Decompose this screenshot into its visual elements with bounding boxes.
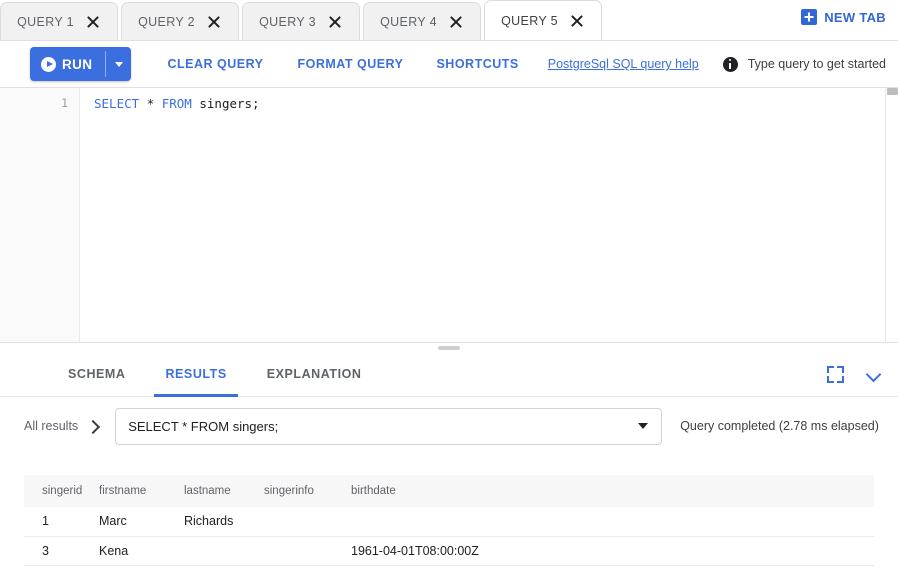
sql-keyword-select: SELECT [94, 96, 139, 111]
editor-line-gutter: 1 [0, 88, 80, 342]
results-table-head: singerid firstname lastname singerinfo b… [24, 475, 874, 507]
tab-results[interactable]: RESULTS [145, 352, 246, 397]
query-tab-3[interactable]: QUERY 3 [242, 2, 360, 40]
cell-firstname: Kena [99, 536, 184, 565]
sql-text-star: * [139, 96, 162, 111]
splitter-handle[interactable] [438, 346, 460, 350]
close-icon[interactable] [86, 14, 101, 29]
fullscreen-icon[interactable] [827, 366, 844, 383]
query-select-dropdown[interactable]: SELECT * FROM singers; [115, 408, 662, 445]
chevron-right-icon [87, 419, 101, 433]
results-panel: SCHEMA RESULTS EXPLANATION All results S… [0, 352, 898, 566]
results-table: singerid firstname lastname singerinfo b… [24, 475, 874, 566]
run-button-label: RUN [62, 57, 92, 72]
close-icon[interactable] [449, 14, 464, 29]
toolbar-status-text: Type query to get started [748, 57, 886, 71]
editor-right-divider [885, 88, 886, 342]
cell-singerid: 1 [24, 507, 99, 536]
run-button[interactable]: RUN [30, 47, 105, 81]
chevron-down-icon[interactable] [866, 366, 882, 382]
query-tab-label: QUERY 1 [17, 15, 74, 29]
code-line-1: SELECT * FROM singers; [94, 94, 898, 113]
table-header-row: singerid firstname lastname singerinfo b… [24, 475, 874, 507]
cell-birthdate: 1961-04-01T08:00:00Z [351, 536, 874, 565]
query-tab-5[interactable]: QUERY 5 [484, 0, 602, 40]
column-header-firstname[interactable]: firstname [99, 475, 184, 507]
query-tab-1[interactable]: QUERY 1 [0, 2, 118, 40]
results-tab-bar: SCHEMA RESULTS EXPLANATION [0, 352, 898, 397]
breadcrumb-all-results[interactable]: All results [24, 419, 78, 433]
column-header-birthdate[interactable]: birthdate [351, 475, 874, 507]
column-header-lastname[interactable]: lastname [184, 475, 264, 507]
sql-editor[interactable]: 1 SELECT * FROM singers; [0, 88, 898, 342]
plus-icon [801, 9, 817, 25]
sql-query-workspace: QUERY 1 QUERY 2 QUERY 3 QUERY 4 QUERY 5 … [0, 0, 898, 579]
close-icon[interactable] [570, 13, 585, 28]
column-header-singerid[interactable]: singerid [24, 475, 99, 507]
format-query-button[interactable]: FORMAT QUERY [297, 57, 403, 71]
tab-explanation[interactable]: EXPLANATION [247, 352, 382, 397]
query-tab-label: QUERY 4 [380, 15, 437, 29]
run-button-group[interactable]: RUN [30, 47, 131, 81]
query-select-value: SELECT * FROM singers; [128, 419, 278, 434]
results-table-wrapper: singerid firstname lastname singerinfo b… [0, 475, 898, 566]
clear-query-button[interactable]: CLEAR QUERY [167, 57, 263, 71]
shortcuts-button[interactable]: SHORTCUTS [436, 57, 518, 71]
query-status-text: Query completed (2.78 ms elapsed) [680, 419, 879, 433]
results-panel-controls [827, 366, 882, 383]
dropdown-arrow-icon [638, 423, 648, 429]
table-row: 3 Kena 1961-04-01T08:00:00Z [24, 536, 874, 565]
cell-lastname [184, 536, 264, 565]
tab-schema[interactable]: SCHEMA [48, 352, 145, 397]
toolbar-status: Type query to get started [723, 57, 886, 72]
query-toolbar: RUN CLEAR QUERY FORMAT QUERY SHORTCUTS P… [0, 41, 898, 88]
query-tab-label: QUERY 2 [138, 15, 195, 29]
editor-code-area[interactable]: SELECT * FROM singers; [80, 88, 898, 342]
cell-firstname: Marc [99, 507, 184, 536]
info-icon [723, 57, 738, 72]
line-number: 1 [0, 94, 68, 113]
new-tab-label: NEW TAB [824, 10, 886, 25]
close-icon[interactable] [328, 14, 343, 29]
sql-query-help-link[interactable]: PostgreSql SQL query help [548, 57, 699, 71]
new-tab-button[interactable]: NEW TAB [801, 9, 886, 25]
sql-table-name: singers; [192, 96, 260, 111]
play-circle-icon [41, 57, 56, 72]
results-table-body: 1 Marc Richards 3 Kena 1961-04-01T08:00:… [24, 507, 874, 565]
query-tab-bar: QUERY 1 QUERY 2 QUERY 3 QUERY 4 QUERY 5 … [0, 0, 898, 41]
cell-lastname: Richards [184, 507, 264, 536]
sql-keyword-from: FROM [162, 96, 192, 111]
cell-singerid: 3 [24, 536, 99, 565]
query-tab-4[interactable]: QUERY 4 [363, 2, 481, 40]
query-tab-label: QUERY 3 [259, 15, 316, 29]
editor-scrollbar-thumb[interactable] [887, 88, 898, 95]
query-tab-2[interactable]: QUERY 2 [121, 2, 239, 40]
query-tab-label: QUERY 5 [501, 14, 558, 28]
column-header-singerinfo[interactable]: singerinfo [264, 475, 351, 507]
table-row: 1 Marc Richards [24, 507, 874, 536]
run-options-dropdown-icon[interactable] [106, 47, 131, 81]
cell-singerinfo [264, 507, 351, 536]
cell-singerinfo [264, 536, 351, 565]
cell-birthdate [351, 507, 874, 536]
close-icon[interactable] [207, 14, 222, 29]
query-selector-row: All results SELECT * FROM singers; Query… [0, 397, 898, 455]
panel-splitter[interactable] [0, 342, 898, 352]
